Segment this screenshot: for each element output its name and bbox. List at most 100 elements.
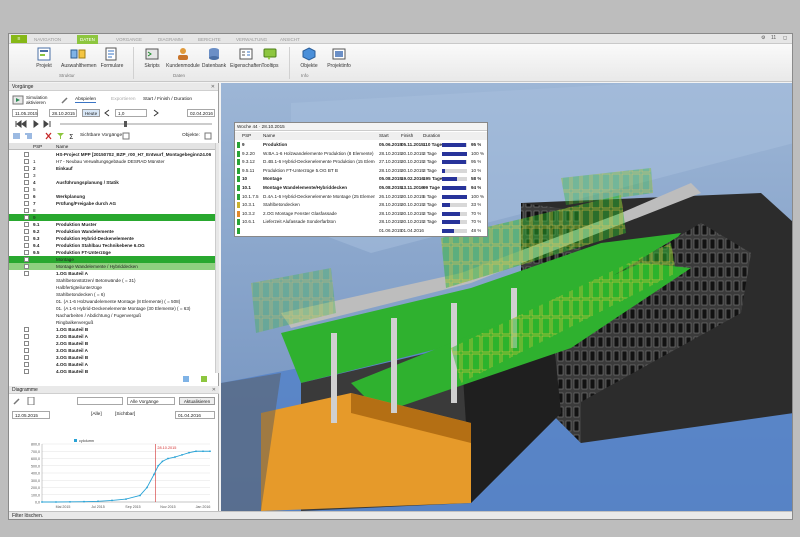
tree-row[interactable]: 5 [9, 186, 219, 193]
simulate-icon[interactable] [12, 95, 24, 105]
tree-scrollbar[interactable] [215, 143, 219, 373]
tab-diagramm[interactable]: DIAGRAMM [155, 35, 186, 44]
tree-row[interactable]: Ringbalkenverguß [9, 319, 219, 326]
tooltips-button[interactable]: Tooltips [253, 47, 287, 73]
today-button[interactable]: Heute [82, 109, 100, 117]
tree-row[interactable]: 01. (A 1-6 Holzwandelemente Montage (8 E… [9, 298, 219, 305]
tree-row[interactable]: 4.OG Bauteil A [9, 361, 219, 368]
formulare-button[interactable]: Formulare [95, 47, 129, 73]
step-forward-icon[interactable] [151, 109, 160, 117]
expand-icon[interactable] [24, 243, 29, 248]
tree-row[interactable]: 3.OG Bauteil A [9, 347, 219, 354]
overlay-row[interactable]: 9.3.12 D.4B.1-6 Hybrid-Deckenelemente Pro… [235, 158, 487, 166]
all-button[interactable]: [Alle] [91, 412, 102, 417]
expand-icon[interactable] [24, 271, 29, 276]
auswahlthemen-button[interactable]: Auswahlthemen [61, 47, 97, 73]
expand-icon[interactable] [24, 187, 29, 192]
wrench-icon[interactable] [13, 397, 22, 405]
tree-row[interactable]: Stahlbetonstützen/ Betonwände ( = 31) [9, 277, 219, 284]
tab-vorgaenge[interactable]: VORGANGE [113, 35, 145, 44]
expand-icon[interactable] [24, 152, 29, 157]
tab-exportieren[interactable]: Exportieren [111, 97, 136, 102]
overlay-row[interactable]: 9 Produktion 05.06.2015 05.11.2015 110 Tage 9… [235, 141, 487, 149]
expand-icon[interactable] [24, 215, 29, 220]
tree-row[interactable]: Nacharbeiten / Abdichtung / Fugenverguß [9, 312, 219, 319]
document-icon[interactable] [27, 396, 36, 406]
checkbox-icon[interactable] [122, 132, 131, 140]
expand-icon[interactable] [24, 208, 29, 213]
task-filter-select[interactable]: Alle Vorgänge [127, 397, 175, 405]
export-icon[interactable] [200, 375, 209, 383]
window-restore-icon[interactable]: ◻ [783, 35, 787, 41]
speed-field[interactable]: 1,0 [115, 109, 147, 117]
expand-icon[interactable] [24, 355, 29, 360]
tree-row[interactable]: 1.OG Bauteil B [9, 326, 219, 333]
tree-row[interactable]: 1 H7 - Neubau Verwaltungsgebäude DESRAD M… [9, 158, 219, 165]
tree-row[interactable]: 9 [9, 214, 219, 221]
column-psp[interactable]: PSP [33, 143, 42, 149]
tab-berichte[interactable]: BERICHTE [195, 35, 224, 44]
close-icon[interactable]: ✕ [211, 83, 215, 91]
tab-ansicht[interactable]: ANSICHT [277, 35, 303, 44]
tree-row[interactable]: Montage Wandelemente / Hybriddecken [9, 263, 219, 270]
app-menu-button[interactable]: ≡ [11, 35, 27, 43]
end-date-field[interactable]: 02.04.2016 [187, 109, 215, 117]
tree-row[interactable]: 4.OG Bauteil B [9, 368, 219, 375]
expand-icon[interactable] [24, 222, 29, 227]
expand-icon[interactable] [24, 166, 29, 171]
close-icon[interactable]: ✕ [212, 386, 216, 394]
objekte-button[interactable]: Objekte [292, 47, 326, 73]
tab-navigation[interactable]: NAVIGATION [31, 35, 64, 44]
expand-icon[interactable] [24, 173, 29, 178]
tree-row[interactable]: HS-Project MPP [20150702_BZP_r00_H7_Entw… [9, 151, 219, 158]
expand-icon[interactable] [24, 229, 29, 234]
overlay-row[interactable]: 10.1 Montage Wandelemente/Hybriddecken 05.… [235, 184, 487, 192]
settings-icon[interactable]: ⚙ [761, 35, 765, 41]
expand-icon[interactable] [24, 348, 29, 353]
projektinfo-button[interactable]: Projektinfo [322, 47, 356, 73]
tree-row[interactable]: 3.OG Bauteil B [9, 354, 219, 361]
expand-icon[interactable] [24, 201, 29, 206]
tree-row[interactable]: 9.4 Produktion Stahlbau Technikebene 6.OG [9, 242, 219, 249]
skripts-button[interactable]: Skripts [135, 47, 169, 73]
expand-icon[interactable] [24, 369, 29, 374]
visible-button[interactable]: [Sichtbar] [115, 412, 135, 417]
expand-icon[interactable] [24, 264, 29, 269]
tree-row[interactable]: 9.2 Produktion Wandelemente [9, 228, 219, 235]
tree-icon[interactable] [24, 132, 33, 140]
expand-icon[interactable] [24, 180, 29, 185]
tree-row[interactable]: 7 Prüfung/Freigabe durch AG [9, 200, 219, 207]
expand-icon[interactable] [24, 327, 29, 332]
tree-row[interactable]: 6 Werkplanung [9, 193, 219, 200]
tree-row[interactable]: 2.OG Bauteil A [9, 333, 219, 340]
tree-row[interactable]: 9.1 Produktion Muster [9, 221, 219, 228]
refresh-button[interactable]: Aktualisieren [179, 397, 215, 405]
tab-start-finish-duration[interactable]: Start / Finish / Duration [143, 97, 192, 102]
grid-icon[interactable] [182, 375, 191, 383]
tree-row[interactable]: Halbfertigteilunterzüge [9, 284, 219, 291]
wrench-icon[interactable] [61, 96, 70, 104]
tree-row[interactable]: Montage [9, 256, 219, 263]
diagram-start-date[interactable]: 12.05.2015 [12, 411, 50, 419]
datenbank-button[interactable]: Datenbank [197, 47, 231, 73]
overlay-row[interactable]: 10.3.2 2.OG Montage Fenster Glasfassade 28… [235, 210, 487, 218]
overlay-row[interactable]: 10.3.1 Stahlbetondecken 28.10.2015 30.10.20… [235, 201, 487, 209]
tab-abspielen[interactable]: Abspielen [75, 97, 97, 103]
expand-icon[interactable] [24, 194, 29, 199]
expand-icon[interactable] [24, 257, 29, 262]
overlay-row[interactable]: 9.2.20 W.BA.1-6 Holzwandelemente Produkti… [235, 150, 487, 158]
column-name[interactable]: Name [56, 143, 68, 149]
tree-row[interactable]: 3 [9, 172, 219, 179]
expand-icon[interactable] [24, 341, 29, 346]
diagram-type-select[interactable] [77, 397, 123, 405]
tree-row[interactable]: 4 Ausführungsplanung / Statik [9, 179, 219, 186]
diagram-end-date[interactable]: 01.04.2016 [175, 411, 215, 419]
sum-icon[interactable]: Σ [68, 132, 77, 141]
playback-bar[interactable] [12, 120, 215, 128]
checkbox-icon[interactable] [204, 132, 213, 140]
step-back-icon[interactable] [103, 109, 112, 117]
tree-row[interactable]: 2 Einkauf [9, 165, 219, 172]
expand-icon[interactable] [24, 236, 29, 241]
simulate-label[interactable]: Simulation aktivieren [26, 95, 56, 105]
list-icon[interactable] [12, 132, 21, 140]
